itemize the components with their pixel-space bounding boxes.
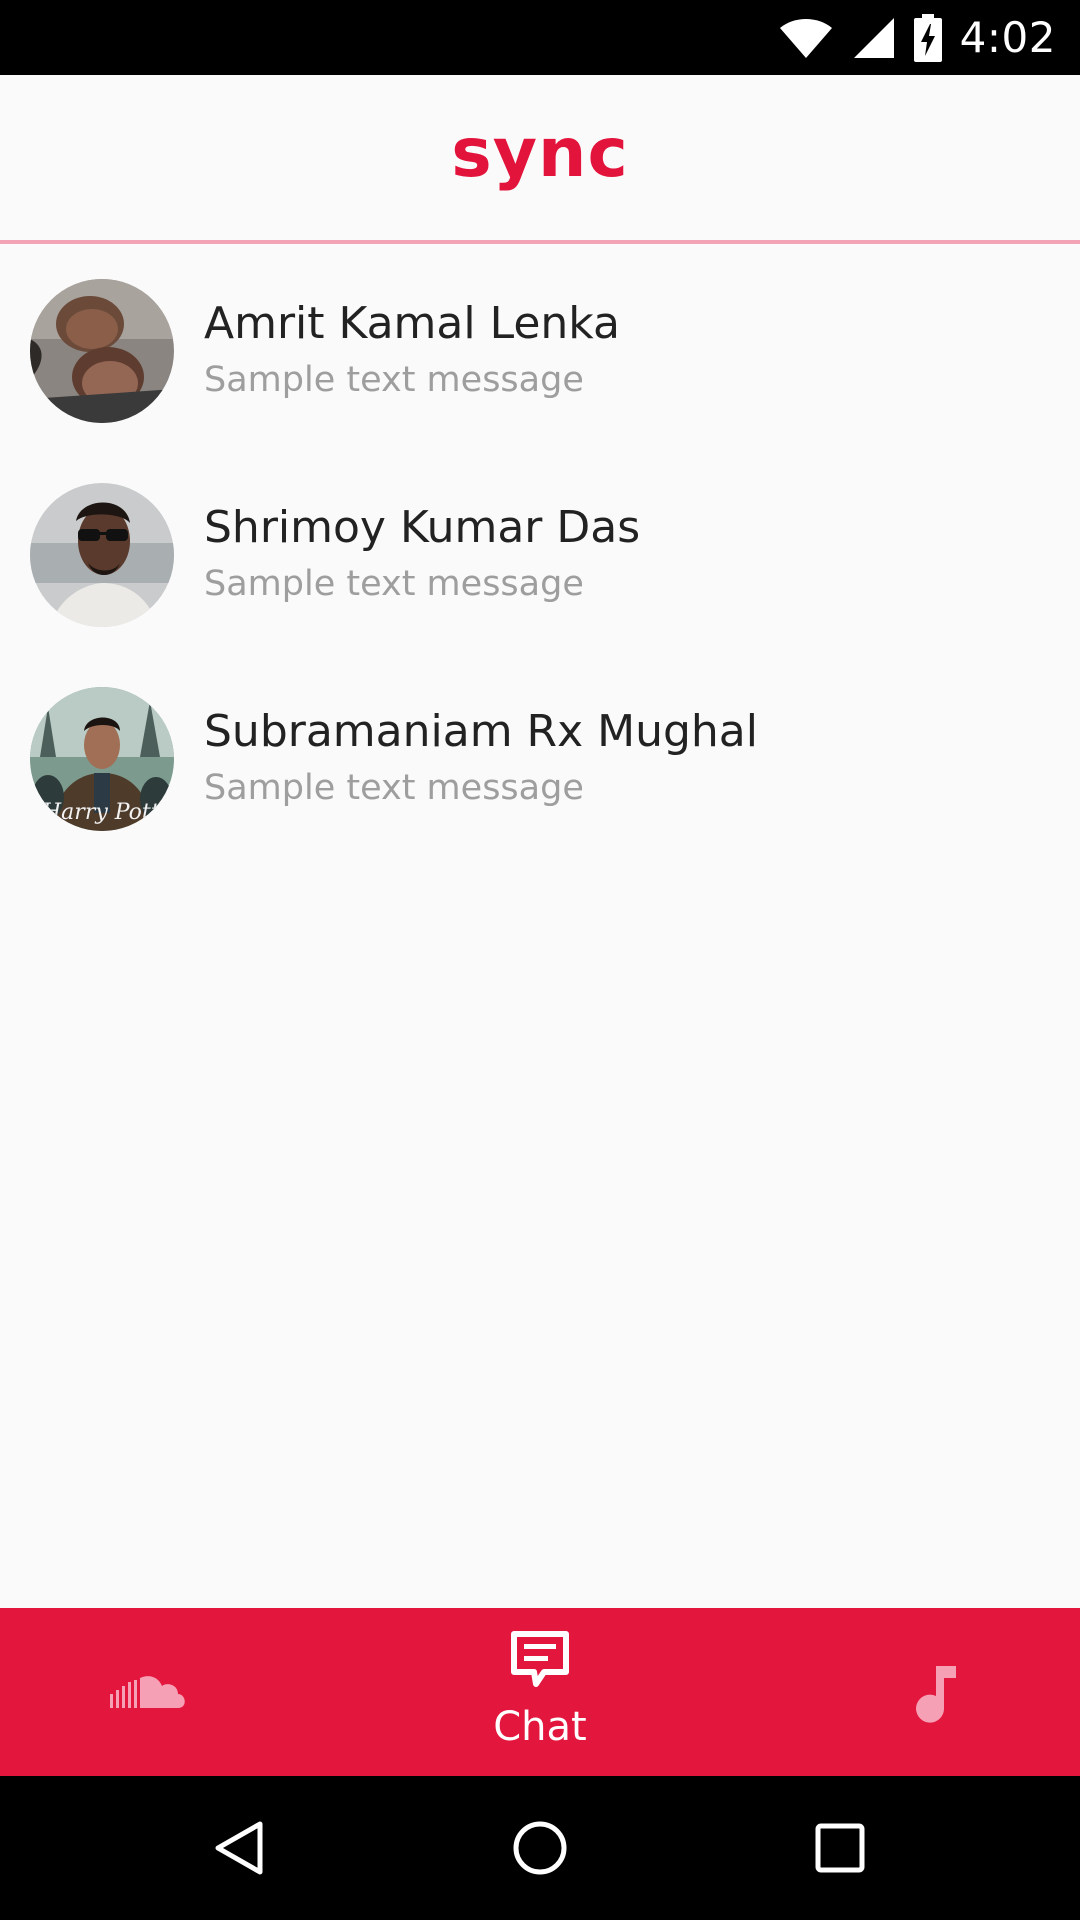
recents-icon[interactable] bbox=[810, 1818, 870, 1878]
system-navigation-bar bbox=[0, 1776, 1080, 1920]
music-note-icon bbox=[916, 1666, 956, 1723]
chat-list: Amrit Kamal Lenka Sample text message Sh… bbox=[0, 244, 1080, 856]
chat-name: Subramaniam Rx Mughal bbox=[204, 706, 758, 757]
chat-icon bbox=[511, 1631, 569, 1687]
status-icons: 4:02 bbox=[778, 0, 1056, 75]
chat-preview: Sample text message bbox=[204, 360, 584, 400]
avatar-photo bbox=[30, 279, 174, 423]
soundcloud-icon bbox=[110, 1676, 185, 1708]
nav-tab-soundcloud[interactable] bbox=[60, 1608, 230, 1776]
app-bar: sync bbox=[0, 75, 1080, 244]
chat-preview: Sample text message bbox=[204, 564, 584, 604]
status-time: 4:02 bbox=[959, 13, 1056, 62]
avatar bbox=[30, 279, 174, 423]
chat-name: Shrimoy Kumar Das bbox=[204, 502, 641, 553]
avatar: Harry Potter bbox=[30, 687, 174, 831]
chat-list-item[interactable]: Shrimoy Kumar Das Sample text message bbox=[0, 448, 1080, 652]
chat-name: Amrit Kamal Lenka bbox=[204, 298, 620, 349]
status-bar: 4:02 bbox=[0, 0, 1080, 75]
app-title: sync bbox=[451, 114, 629, 193]
chat-list-item[interactable]: Harry Potter Subramaniam Rx Mughal Sampl… bbox=[0, 652, 1080, 856]
avatar-photo bbox=[30, 483, 174, 627]
bottom-navigation: Chat bbox=[0, 1608, 1080, 1776]
nav-tab-label: Chat bbox=[493, 1704, 587, 1750]
cellular-signal-icon bbox=[853, 17, 894, 58]
chat-preview: Sample text message bbox=[204, 768, 584, 808]
battery-charging-icon bbox=[913, 13, 942, 62]
avatar-photo: Harry Potter bbox=[30, 687, 174, 831]
nav-tab-chat[interactable]: Chat bbox=[440, 1608, 640, 1776]
svg-text:Harry Potter: Harry Potter bbox=[41, 800, 174, 825]
chat-list-item[interactable]: Amrit Kamal Lenka Sample text message bbox=[0, 244, 1080, 448]
back-icon[interactable] bbox=[210, 1818, 270, 1878]
avatar bbox=[30, 483, 174, 627]
home-icon[interactable] bbox=[510, 1818, 570, 1878]
screen: 4:02 sync Amrit Kamal Lenka Sample text … bbox=[0, 0, 1080, 1920]
wifi-icon bbox=[779, 18, 832, 58]
nav-tab-music[interactable] bbox=[860, 1608, 1010, 1776]
